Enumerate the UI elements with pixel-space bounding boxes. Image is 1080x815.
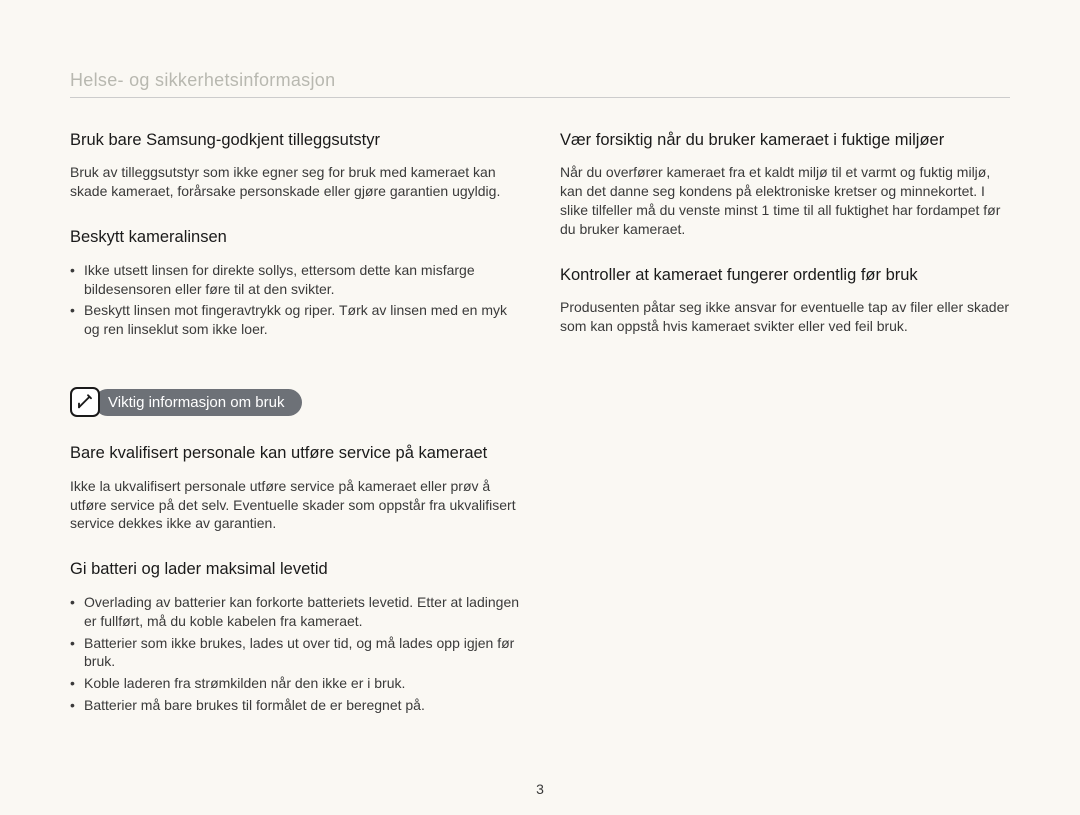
divider: [70, 97, 1010, 98]
list-item: Beskytt linsen mot fingeravtrykk og ripe…: [70, 301, 520, 339]
body-text: Når du overfører kameraet fra et kaldt m…: [560, 163, 1010, 239]
bullet-list: Ikke utsett linsen for direkte sollys, e…: [70, 261, 520, 340]
page-number: 3: [0, 781, 1080, 797]
breadcrumb: Helse- og sikkerhetsinformasjon: [70, 70, 1010, 91]
body-text: Bruk av tilleggsutstyr som ikke egner se…: [70, 163, 520, 201]
section-battery-life: Gi batteri og lader maksimal levetid Ove…: [70, 559, 520, 715]
list-item: Batterier må bare brukes til formålet de…: [70, 696, 520, 715]
section-humid-environments: Vær forsiktig når du bruker kameraet i f…: [560, 130, 1010, 239]
heading: Kontroller at kameraet fungerer ordentli…: [560, 265, 1010, 286]
note-icon: [70, 387, 100, 417]
left-column: Bruk bare Samsung-godkjent tilleggsutsty…: [70, 130, 520, 741]
list-item: Batterier som ikke brukes, lades ut over…: [70, 634, 520, 672]
list-item: Ikke utsett linsen for direkte sollys, e…: [70, 261, 520, 299]
callout-pill: Viktig informasjon om bruk: [70, 387, 520, 417]
heading: Bruk bare Samsung-godkjent tilleggsutsty…: [70, 130, 520, 151]
body-text: Produsenten påtar seg ikke ansvar for ev…: [560, 298, 1010, 336]
heading: Gi batteri og lader maksimal levetid: [70, 559, 520, 580]
section-accessories: Bruk bare Samsung-godkjent tilleggsutsty…: [70, 130, 520, 201]
content-columns: Bruk bare Samsung-godkjent tilleggsutsty…: [70, 130, 1010, 741]
bullet-list: Overlading av batterier kan forkorte bat…: [70, 593, 520, 715]
list-item: Overlading av batterier kan forkorte bat…: [70, 593, 520, 631]
body-text: Ikke la ukvalifisert personale utføre se…: [70, 477, 520, 534]
heading: Bare kvalifisert personale kan utføre se…: [70, 443, 520, 464]
section-qualified-service: Bare kvalifisert personale kan utføre se…: [70, 443, 520, 533]
pill-label: Viktig informasjon om bruk: [94, 389, 302, 416]
section-protect-lens: Beskytt kameralinsen Ikke utsett linsen …: [70, 227, 520, 339]
list-item: Koble laderen fra strømkilden når den ik…: [70, 674, 520, 693]
heading: Vær forsiktig når du bruker kameraet i f…: [560, 130, 1010, 151]
section-check-camera: Kontroller at kameraet fungerer ordentli…: [560, 265, 1010, 336]
heading: Beskytt kameralinsen: [70, 227, 520, 248]
right-column: Vær forsiktig når du bruker kameraet i f…: [560, 130, 1010, 741]
